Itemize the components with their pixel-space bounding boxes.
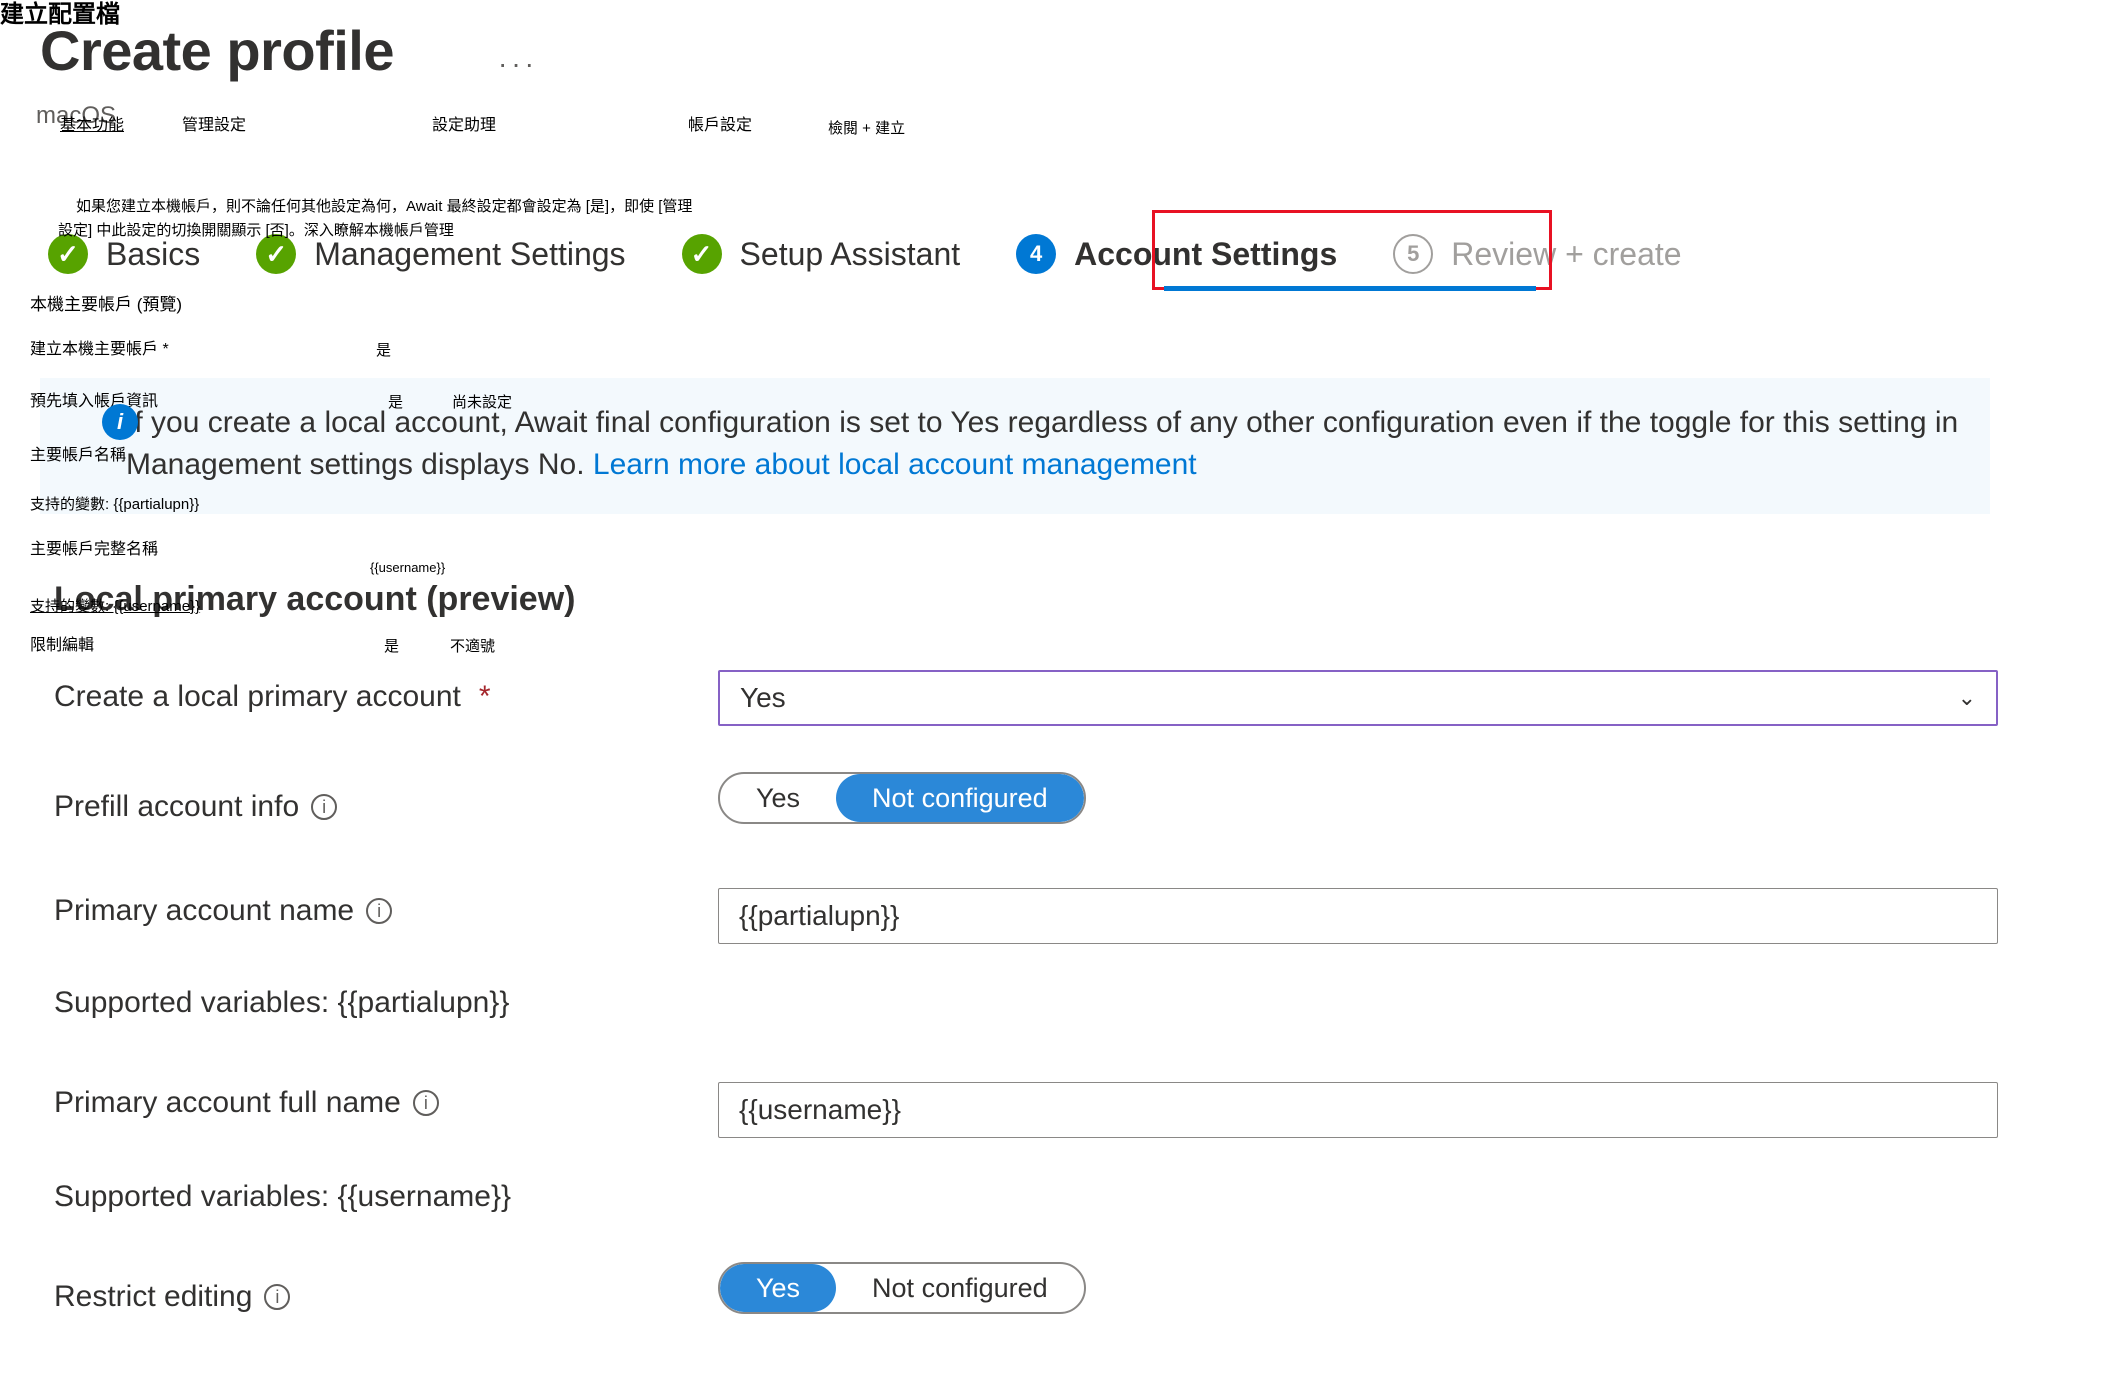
restrict-toggle[interactable]: Yes Not configured [718,1262,1086,1314]
prefill-label: Prefill account info i [54,790,337,824]
create-account-value: Yes [740,682,786,714]
zh-pname-lbl: 主要帳戶名稱 [30,446,126,466]
zh-create-val: 是 [376,342,391,361]
create-account-select[interactable]: Yes ⌄ [718,670,1998,726]
info-icon[interactable]: i [311,794,337,820]
primary-fullname-value: {{username}} [739,1094,901,1126]
info-banner-link[interactable]: Learn more about local account managemen… [593,448,1197,481]
zh-tab-review: 檢閱 + 建立 [828,120,905,139]
prefill-yes[interactable]: Yes [720,774,836,822]
chevron-down-icon: ⌄ [1958,685,1976,711]
step-basics-label: Basics [106,236,200,273]
zh-prefill-no: 尚未設定 [452,394,512,413]
zh-restrict-yes: 是 [384,638,399,657]
info-banner: If you create a local account, Await fin… [40,378,1990,514]
step-number-icon: 4 [1016,234,1056,274]
zh-section: 本機主要帳戶 (預覽) [30,294,182,315]
zh-tab-setup: 設定助理 [432,116,496,136]
prefill-notconfigured[interactable]: Not configured [836,774,1084,822]
ellipsis-icon[interactable]: ··· [498,48,538,80]
active-step-underline [1164,286,1536,291]
zh-info-l2: 設定] 中此設定的切換開關顯示 [否]。深入瞭解本機帳戶管理 [58,222,454,241]
primary-name-input[interactable]: {{partialupn}} [718,888,1998,944]
step-mgmt[interactable]: Management Settings [256,234,625,284]
primary-name-value: {{partialupn}} [739,900,899,932]
step-setup-label: Setup Assistant [740,236,961,273]
zh-create-lbl: 建立本機主要帳戶 * [30,340,169,360]
restrict-notconfigured[interactable]: Not configured [836,1264,1084,1312]
zh-info-l1: 如果您建立本機帳戶，則不論任何其他設定為何，Await 最終設定都會設定為 [是… [76,198,692,217]
info-icon[interactable]: i [366,898,392,924]
zh-restrict-no: 不適號 [450,638,495,657]
restrict-yes[interactable]: Yes [720,1264,836,1312]
info-icon[interactable]: i [413,1090,439,1116]
zh-title: 建立配置檔 [0,0,120,30]
step-mgmt-label: Management Settings [314,236,625,273]
zh-tab-basics: 基本功能 [60,116,124,136]
zh-hint-partial: 支持的變數: {{partialupn}} [30,496,199,515]
info-icon: i [102,404,138,440]
zh-prefill-yes: 是 [388,394,403,413]
primary-fullname-label: Primary account full name i [54,1086,439,1120]
primary-name-label: Primary account name i [54,894,392,928]
primary-name-hint: Supported variables: {{partialupn}} [54,986,509,1020]
zh-tab-acct: 帳戶設定 [688,116,752,136]
primary-fullname-input[interactable]: {{username}} [718,1082,1998,1138]
zh-prefill-lbl: 預先填入帳戶資訊 [30,392,158,412]
step-setup[interactable]: Setup Assistant [682,234,961,284]
prefill-toggle[interactable]: Yes Not configured [718,772,1086,824]
check-icon [682,234,722,274]
create-account-label: Create a local primary account* [54,680,491,714]
zh-pfull-val: {{username}} [370,560,445,576]
zh-hint-user: 支持的變數: {{username}} [30,598,200,617]
highlight-box [1152,210,1552,290]
step-basics[interactable]: Basics [48,234,200,284]
restrict-label: Restrict editing i [54,1280,290,1314]
info-icon[interactable]: i [264,1284,290,1310]
zh-tab-mgmt: 管理設定 [182,116,246,136]
zh-restrict-lbl: 限制編輯 [30,636,94,656]
zh-pfull-lbl: 主要帳戶完整名稱 [30,540,158,560]
primary-fullname-hint: Supported variables: {{username}} [54,1180,511,1214]
